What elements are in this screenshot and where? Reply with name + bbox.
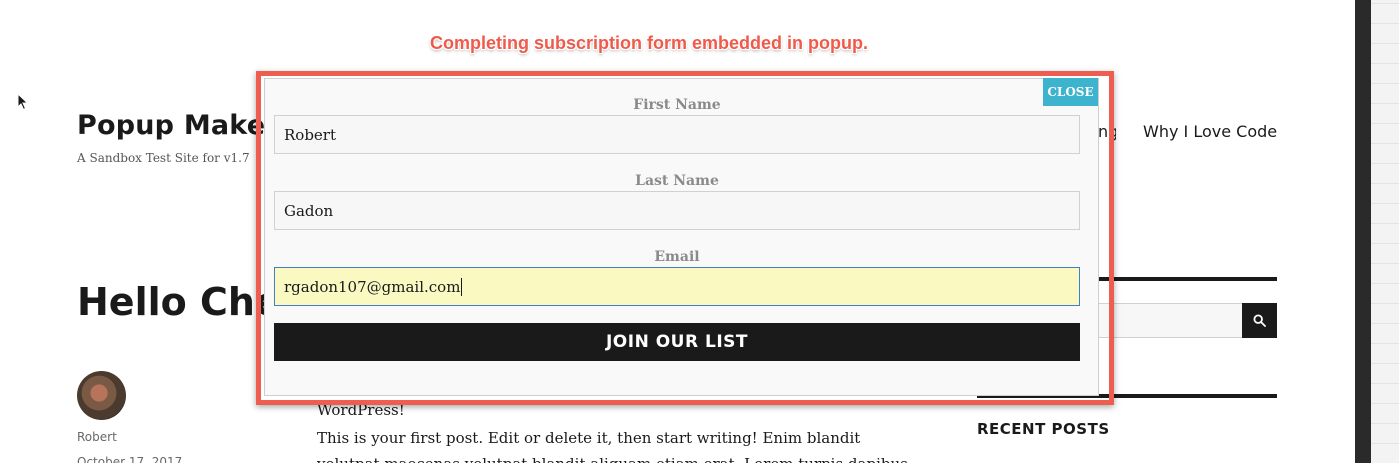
email-value: rgadon107@gmail.com: [284, 277, 461, 296]
site-title[interactable]: Popup Make: [77, 110, 265, 141]
window-edge: [1355, 0, 1371, 463]
annotation-caption: Completing subscription form embedded in…: [430, 33, 868, 53]
email-label: Email: [654, 249, 700, 265]
search-icon: [1253, 314, 1266, 327]
first-name-field[interactable]: Robert: [274, 115, 1080, 154]
join-our-list-button[interactable]: JOIN OUR LIST: [274, 323, 1080, 361]
text-caret: [461, 277, 463, 296]
first-name-label: First Name: [633, 97, 721, 113]
recent-posts-heading: RECENT POSTS: [977, 420, 1110, 438]
last-name-field[interactable]: Gadon: [274, 191, 1080, 230]
post-title[interactable]: Hello Che: [77, 280, 281, 324]
post-body-line: volutpat maecenas volutpat blandit aliqu…: [317, 455, 908, 463]
post-body-line: This is your first post. Edit or delete …: [317, 429, 861, 447]
last-name-value: Gadon: [284, 201, 334, 220]
first-name-value: Robert: [284, 125, 337, 144]
nav-item-why-i-love-code[interactable]: Why I Love Code: [1143, 122, 1277, 141]
search-input[interactable]: [1098, 303, 1243, 338]
last-name-label: Last Name: [635, 173, 719, 189]
side-panel: [1371, 0, 1399, 463]
avatar: [77, 371, 126, 420]
mouse-cursor-icon: [17, 93, 29, 111]
email-field[interactable]: rgadon107@gmail.com: [274, 267, 1080, 306]
post-date[interactable]: October 17, 2017: [77, 455, 182, 463]
post-author[interactable]: Robert: [77, 430, 117, 444]
site-description: A Sandbox Test Site for v1.7: [77, 151, 250, 165]
search-button[interactable]: [1242, 303, 1277, 338]
